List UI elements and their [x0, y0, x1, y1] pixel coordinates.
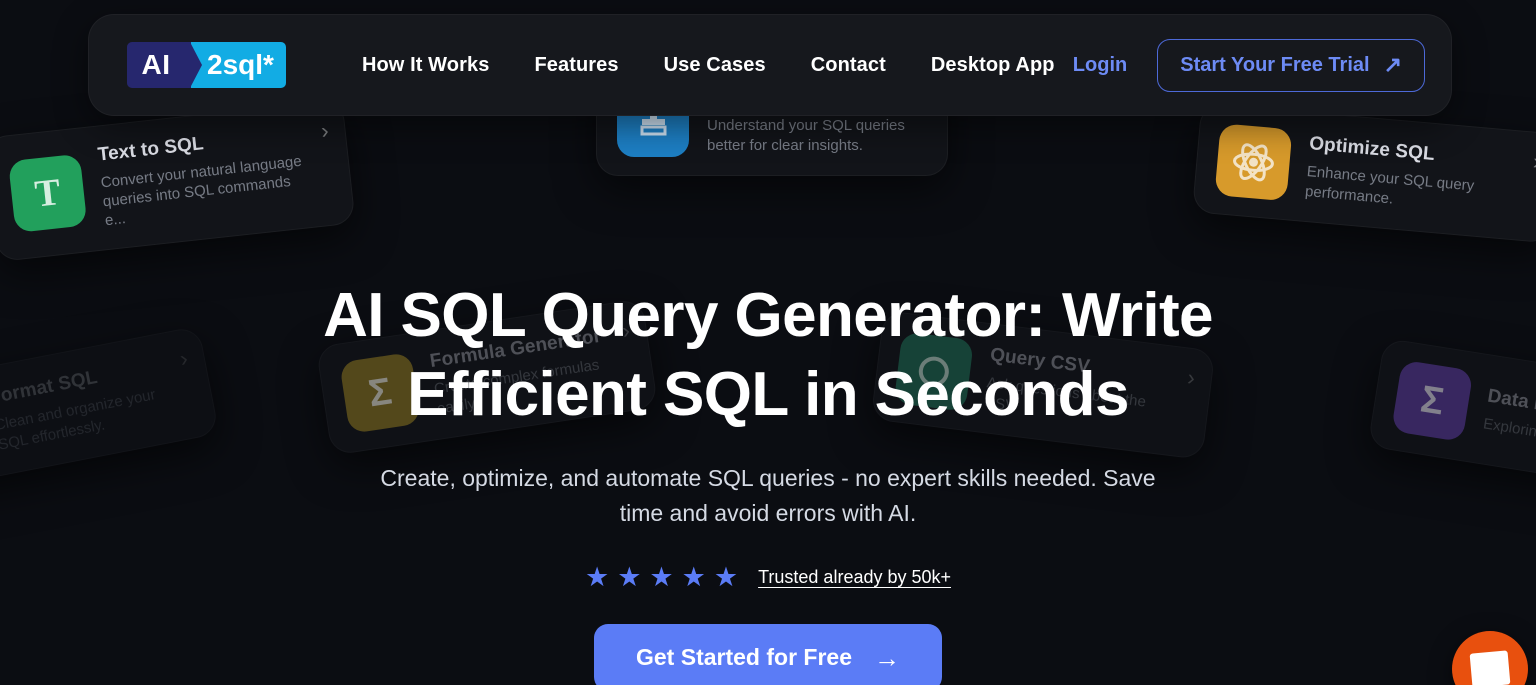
feature-card-data-insights[interactable]: Σ Data Insights Exploring data analysis …: [1367, 338, 1536, 497]
nav-item-features[interactable]: Features: [534, 54, 618, 77]
get-started-button[interactable]: Get Started for Free →: [594, 624, 942, 685]
star-icon: ★: [584, 562, 610, 592]
trusted-by-link[interactable]: Trusted already by 50k+: [758, 567, 951, 588]
header-actions: Login Start Your Free Trial ↗: [1073, 38, 1425, 92]
feature-card-desc: Understand your SQL queries better for c…: [707, 117, 905, 154]
start-free-trial-label: Start Your Free Trial: [1180, 53, 1370, 76]
optimize-sql-atom-icon: [1214, 123, 1293, 202]
feature-card-desc: Enhance your SQL query performance.: [1304, 163, 1475, 208]
star-icon: ★: [617, 562, 642, 592]
support-chat-button[interactable]: [1452, 631, 1528, 685]
hero-title: AI SQL Query Generator: Write Efficient …: [323, 281, 1213, 430]
star-icon: ★: [649, 562, 674, 592]
main-navigation: How It Works Features Use Cases Contact …: [362, 54, 1055, 77]
hero-subtitle: Create, optimize, and automate SQL queri…: [380, 464, 1156, 527]
start-free-trial-button[interactable]: Start Your Free Trial ↗: [1157, 38, 1425, 92]
feature-card-format-sql[interactable]: ≡ Format SQL Clean and organize your SQL…: [0, 326, 219, 497]
nav-item-use-cases[interactable]: Use Cases: [664, 54, 766, 77]
arrow-up-right-icon: ↗: [1383, 52, 1402, 77]
star-rating: ★ ★ ★ ★ ★: [585, 564, 738, 591]
chevron-right-icon: ›: [319, 117, 330, 144]
logo-ai-block: AI: [127, 42, 202, 88]
chevron-right-icon: ›: [177, 345, 190, 372]
nav-item-desktop-app[interactable]: Desktop App: [931, 54, 1055, 77]
feature-card-desc: Exploring data analysis: [1482, 415, 1536, 456]
feature-card-text-to-sql[interactable]: T Text to SQL Convert your natural langu…: [0, 98, 356, 262]
social-proof-row: ★ ★ ★ ★ ★ Trusted already by 50k+: [585, 564, 951, 591]
login-link[interactable]: Login: [1073, 54, 1127, 77]
chevron-right-icon: ›: [1532, 148, 1536, 175]
brand-logo[interactable]: AI 2sql*: [127, 42, 286, 88]
get-started-label: Get Started for Free: [636, 644, 852, 670]
feature-card-optimize-sql[interactable]: Optimize SQL Enhance your SQL query perf…: [1191, 102, 1536, 244]
data-insights-sigma-icon: Σ: [1391, 359, 1474, 443]
page-root: T Text to SQL Convert your natural langu…: [0, 0, 1536, 685]
nav-item-how-it-works[interactable]: How It Works: [362, 54, 490, 77]
site-header: AI 2sql* How It Works Features Use Cases…: [88, 14, 1452, 116]
star-icon: ★: [681, 562, 706, 592]
star-icon: ★: [713, 562, 739, 592]
arrow-right-icon: →: [874, 642, 900, 673]
nav-item-contact[interactable]: Contact: [811, 54, 886, 77]
text-to-sql-icon: T: [8, 153, 88, 234]
chat-icon: [1469, 650, 1511, 685]
